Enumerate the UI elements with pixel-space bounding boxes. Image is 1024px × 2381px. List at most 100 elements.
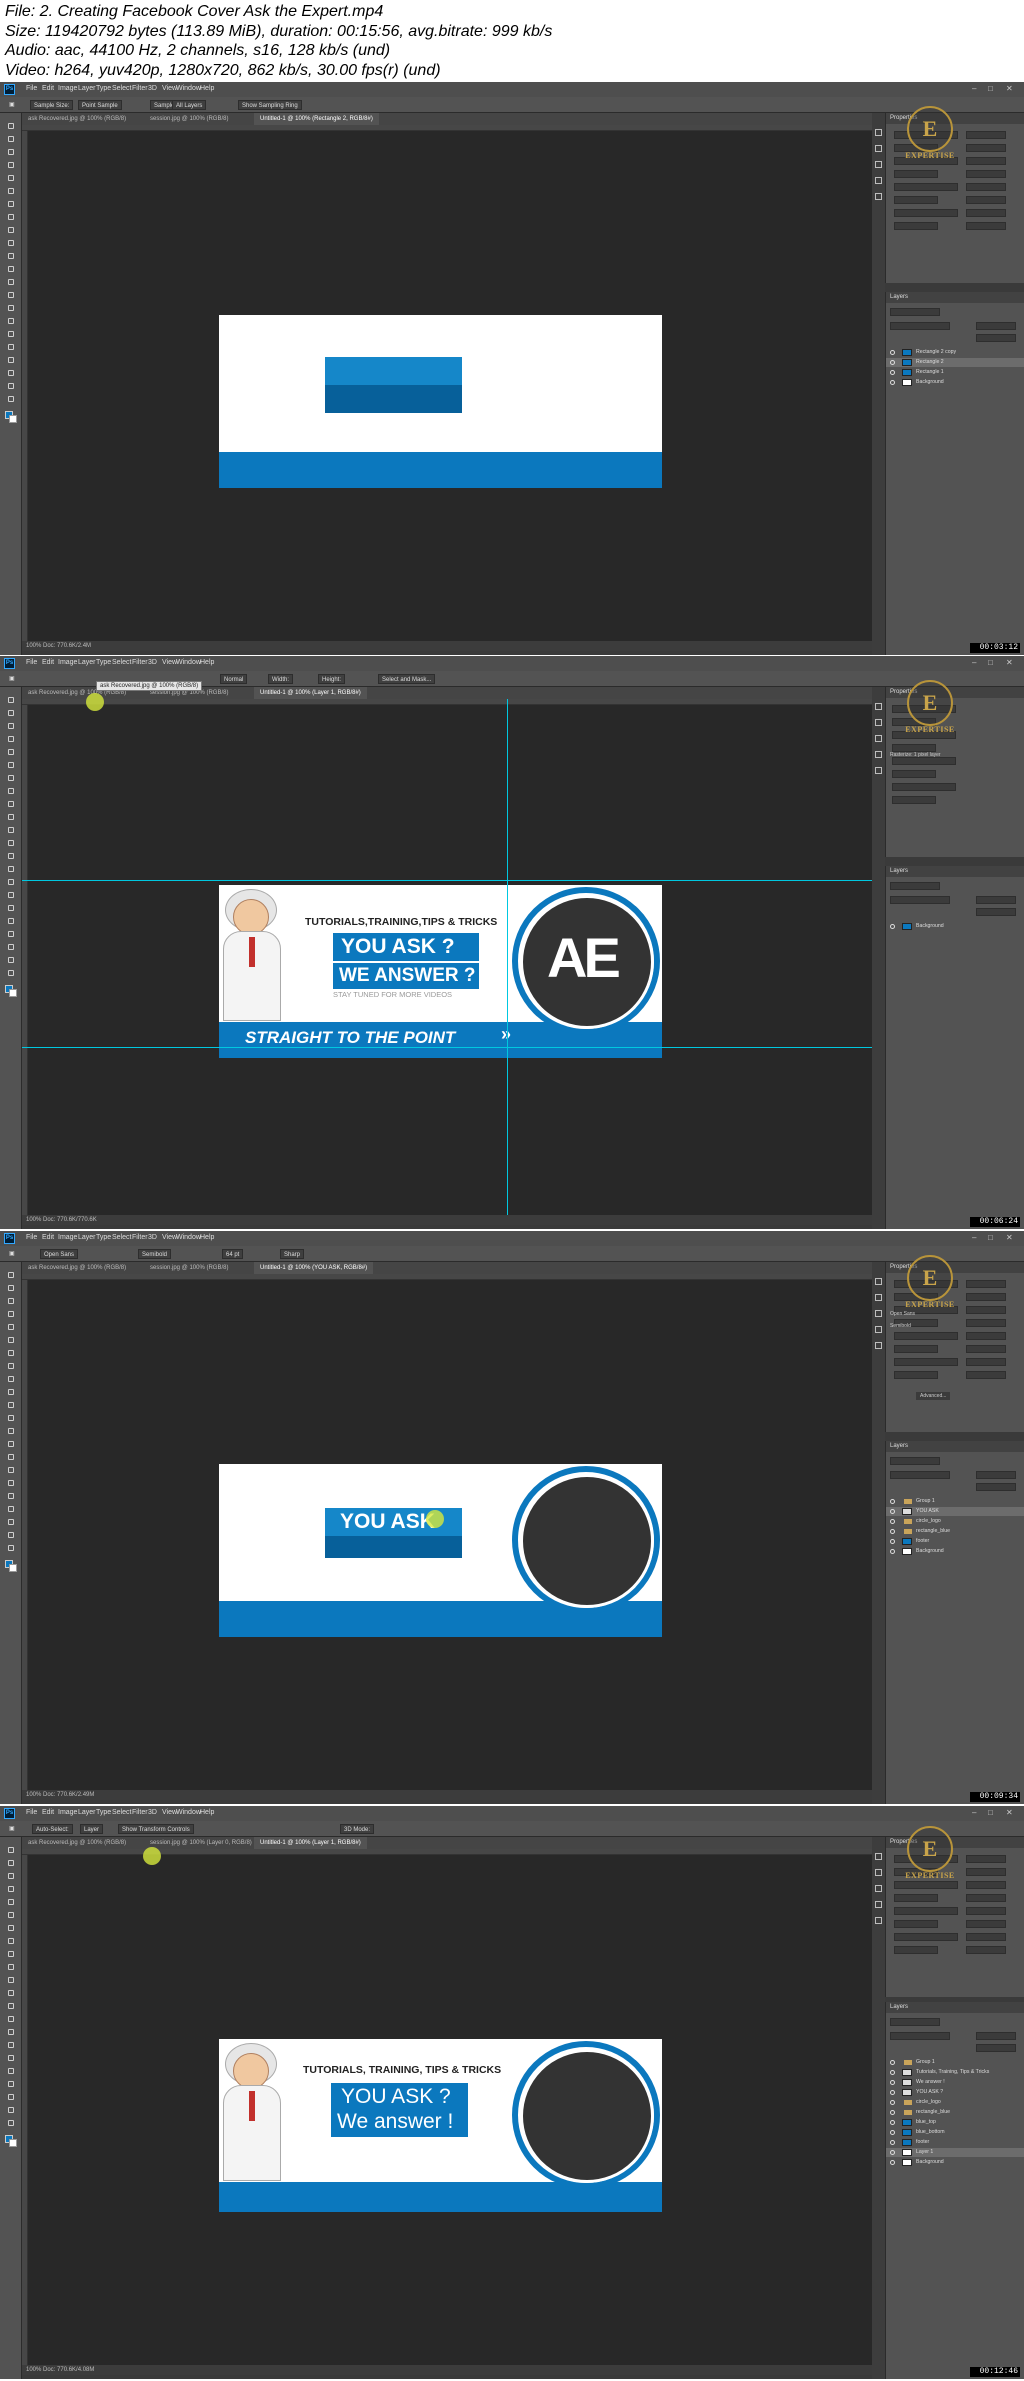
menu-filter[interactable]: Filter — [132, 1809, 148, 1816]
blur-tool-icon[interactable] — [6, 1439, 16, 1449]
rectangle-tool-icon[interactable] — [6, 1504, 16, 1514]
minimize-button[interactable]: – — [972, 1808, 976, 1817]
crop-tool-icon[interactable] — [6, 173, 16, 183]
menu-filter[interactable]: Filter — [132, 85, 148, 92]
facebook-cover-canvas[interactable] — [219, 315, 662, 488]
property-field-6[interactable] — [894, 209, 958, 217]
menu-3d[interactable]: 3D — [148, 85, 157, 92]
menu-image[interactable]: Image — [58, 1234, 77, 1241]
menu-help[interactable]: Help — [200, 659, 214, 666]
pen-tool-icon[interactable] — [6, 316, 16, 326]
lasso-tool-icon[interactable] — [6, 721, 16, 731]
rectangle-tool-icon[interactable] — [6, 2079, 16, 2089]
tool-preset-icon[interactable]: ▣ — [6, 674, 18, 684]
layer-row[interactable]: Rectangle 1 — [886, 368, 1024, 377]
property-field-b-1[interactable] — [966, 1868, 1006, 1876]
menu-select[interactable]: Select — [112, 1234, 131, 1241]
menu-file[interactable]: File — [26, 659, 37, 666]
menu-window[interactable]: Window — [176, 659, 201, 666]
zoom-tool-icon[interactable] — [6, 2105, 16, 2115]
property-field-5[interactable] — [894, 196, 938, 204]
minimize-button[interactable]: – — [972, 1233, 976, 1242]
spot-heal-tool-icon[interactable] — [6, 1936, 16, 1946]
menu-help[interactable]: Help — [200, 85, 214, 92]
gradient-tool-icon[interactable] — [6, 2001, 16, 2011]
rectangle-tool-icon[interactable] — [6, 929, 16, 939]
option-3[interactable]: Sharp — [280, 1249, 305, 1259]
menu-layer[interactable]: Layer — [78, 1809, 96, 1816]
option-3[interactable]: All Layers — [172, 100, 207, 110]
property-field-6[interactable] — [892, 783, 956, 791]
menu-layer[interactable]: Layer — [78, 1234, 96, 1241]
option-1[interactable]: Point Sample — [78, 100, 122, 110]
swatches-icon[interactable] — [875, 1885, 882, 1892]
document-tab-2[interactable]: session.jpg @ 100% (Layer 0, RGB/8) — [144, 1837, 258, 1849]
option-3[interactable]: Select and Mask... — [378, 674, 436, 684]
document-tab-3[interactable]: Untitled-1 @ 100% (Layer 1, RGB/8#) — [254, 1837, 367, 1849]
property-field-b-3[interactable] — [966, 170, 1006, 178]
layer-row[interactable]: rectangle_blue — [886, 2108, 1024, 2117]
character-icon[interactable] — [875, 193, 882, 200]
layer-row[interactable]: circle_logo — [886, 1517, 1024, 1526]
background-color-swatch[interactable] — [9, 2139, 17, 2147]
menu-window[interactable]: Window — [176, 1234, 201, 1241]
type-tool-icon[interactable] — [6, 903, 16, 913]
close-button[interactable]: ✕ — [1006, 658, 1013, 667]
dodge-tool-icon[interactable] — [6, 303, 16, 313]
minimize-button[interactable]: – — [972, 84, 976, 93]
swatches-icon[interactable] — [875, 161, 882, 168]
history-icon[interactable] — [875, 703, 882, 710]
lasso-tool-icon[interactable] — [6, 1871, 16, 1881]
spot-heal-tool-icon[interactable] — [6, 1361, 16, 1371]
document-tab-2[interactable]: session.jpg @ 100% (RGB/8) — [144, 113, 234, 125]
pen-tool-icon[interactable] — [6, 890, 16, 900]
brush-tool-icon[interactable] — [6, 1949, 16, 1959]
layer-row[interactable]: YOU ASK — [886, 1507, 1024, 1516]
blend-mode-field[interactable] — [890, 2032, 950, 2040]
zoom-tool-icon[interactable] — [6, 955, 16, 965]
visibility-eye-icon[interactable] — [890, 2110, 895, 2115]
facebook-cover-canvas[interactable]: TUTORIALS,TRAINING,TIPS & TRICKS YOU ASK … — [219, 885, 662, 1058]
fill-field[interactable] — [976, 2044, 1016, 2052]
property-field-b-2[interactable] — [966, 1306, 1006, 1314]
lasso-tool-icon[interactable] — [6, 147, 16, 157]
blue-rectangle-bottom[interactable] — [325, 385, 462, 413]
visibility-eye-icon[interactable] — [890, 2160, 895, 2165]
blend-mode-field[interactable] — [890, 896, 950, 904]
property-field-b-1[interactable] — [966, 144, 1006, 152]
property-field-4[interactable] — [894, 1332, 958, 1340]
property-field-b-7[interactable] — [966, 222, 1006, 230]
menu-help[interactable]: Help — [200, 1809, 214, 1816]
visibility-eye-icon[interactable] — [890, 2080, 895, 2085]
option-4[interactable]: Show Sampling Ring — [238, 100, 302, 110]
background-color-swatch[interactable] — [9, 1564, 17, 1572]
type-tool-icon[interactable] — [6, 1478, 16, 1488]
type-tool-icon[interactable] — [6, 2053, 16, 2063]
document-canvas-area[interactable]: YOU ASK — [22, 1274, 872, 1790]
maximize-button[interactable]: □ — [988, 1808, 993, 1817]
layer-row[interactable]: Tutorials, Training, Tips & Tricks — [886, 2068, 1024, 2077]
document-tab-2[interactable]: session.jpg @ 100% (RGB/8) — [144, 1262, 234, 1274]
property-field-b-6[interactable] — [966, 209, 1006, 217]
layer-row[interactable]: Group 1 — [886, 1497, 1024, 1506]
menu-window[interactable]: Window — [176, 85, 201, 92]
path-select-tool-icon[interactable] — [6, 2066, 16, 2076]
property-field-6[interactable] — [894, 1933, 958, 1941]
menu-select[interactable]: Select — [112, 85, 131, 92]
history-brush-tool-icon[interactable] — [6, 1400, 16, 1410]
gradient-tool-icon[interactable] — [6, 277, 16, 287]
menu-file[interactable]: File — [26, 1234, 37, 1241]
option-0[interactable]: Auto-Select: — [32, 1824, 73, 1834]
visibility-eye-icon[interactable] — [890, 2070, 895, 2075]
swatches-icon[interactable] — [875, 1310, 882, 1317]
menu-type[interactable]: Type — [96, 659, 111, 666]
property-field-b-5[interactable] — [966, 196, 1006, 204]
close-button[interactable]: ✕ — [1006, 84, 1013, 93]
visibility-eye-icon[interactable] — [890, 1549, 895, 1554]
property-field-5[interactable] — [894, 1345, 938, 1353]
history-icon[interactable] — [875, 129, 882, 136]
spot-heal-tool-icon[interactable] — [6, 212, 16, 222]
hand-tool-icon[interactable] — [6, 2092, 16, 2102]
property-field-b-3[interactable] — [966, 1894, 1006, 1902]
visibility-eye-icon[interactable] — [890, 360, 895, 365]
